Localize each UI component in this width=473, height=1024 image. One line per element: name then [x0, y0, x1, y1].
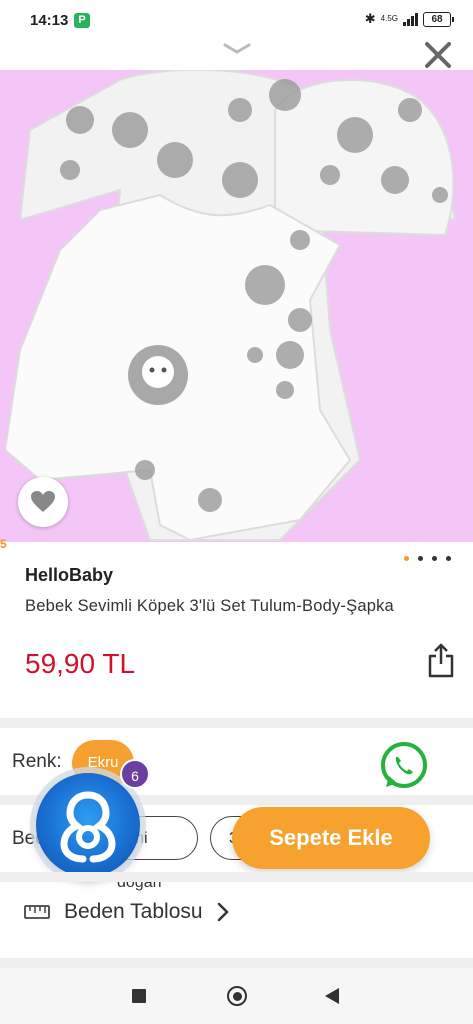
chevron-right-icon — [217, 902, 229, 922]
carousel-dot[interactable] — [404, 556, 409, 561]
product-name: Bebek Sevimli Köpek 3'lü Set Tulum-Body-… — [25, 597, 394, 615]
image-carousel-dots[interactable] — [404, 556, 451, 561]
size-table-label: Beden Tablosu — [64, 900, 203, 923]
section-divider — [0, 958, 473, 968]
chat-logo-icon — [60, 791, 116, 863]
battery-icon: 68 — [423, 11, 454, 27]
share-icon[interactable] — [428, 642, 454, 678]
carousel-dot[interactable] — [446, 556, 451, 561]
carousel-dot[interactable] — [418, 556, 423, 561]
bluetooth-icon: ✱ — [364, 11, 376, 26]
app-notification-icon: P — [74, 13, 90, 28]
heart-icon — [31, 491, 55, 512]
section-divider — [0, 718, 473, 728]
system-nav-bar — [0, 968, 473, 1024]
chat-widget-button[interactable] — [36, 773, 140, 877]
image-edge-number: 5 — [0, 537, 7, 551]
ruler-icon — [24, 905, 50, 919]
baby-clothes-illustration — [3, 70, 457, 542]
notification-badge: 6 — [120, 759, 150, 789]
back-button[interactable] — [325, 988, 339, 1004]
home-button[interactable] — [227, 986, 247, 1006]
network-type: 4.5G — [380, 14, 398, 23]
section-divider — [0, 872, 473, 882]
whatsapp-icon[interactable] — [378, 740, 430, 792]
status-indicators: ✱ 4.5G 68 — [364, 11, 454, 27]
recent-apps-button[interactable] — [132, 989, 146, 1003]
add-to-cart-button[interactable]: Sepete Ekle — [232, 807, 430, 869]
chevron-down-icon[interactable] — [222, 42, 252, 56]
signal-icon — [403, 12, 418, 26]
status-time: 14:13 — [30, 12, 69, 29]
sheet-header — [0, 42, 473, 70]
status-bar: 14:13 P ✱ 4.5G 68 — [0, 0, 473, 42]
size-table-link[interactable]: Beden Tablosu — [24, 900, 229, 924]
product-image[interactable] — [0, 70, 473, 542]
color-label: Renk: — [12, 751, 62, 772]
carousel-dot[interactable] — [432, 556, 437, 561]
product-price: 59,90 TL — [25, 648, 136, 679]
close-icon[interactable] — [423, 42, 453, 70]
favorite-button[interactable] — [18, 477, 68, 527]
product-brand[interactable]: HelloBaby — [25, 565, 113, 586]
